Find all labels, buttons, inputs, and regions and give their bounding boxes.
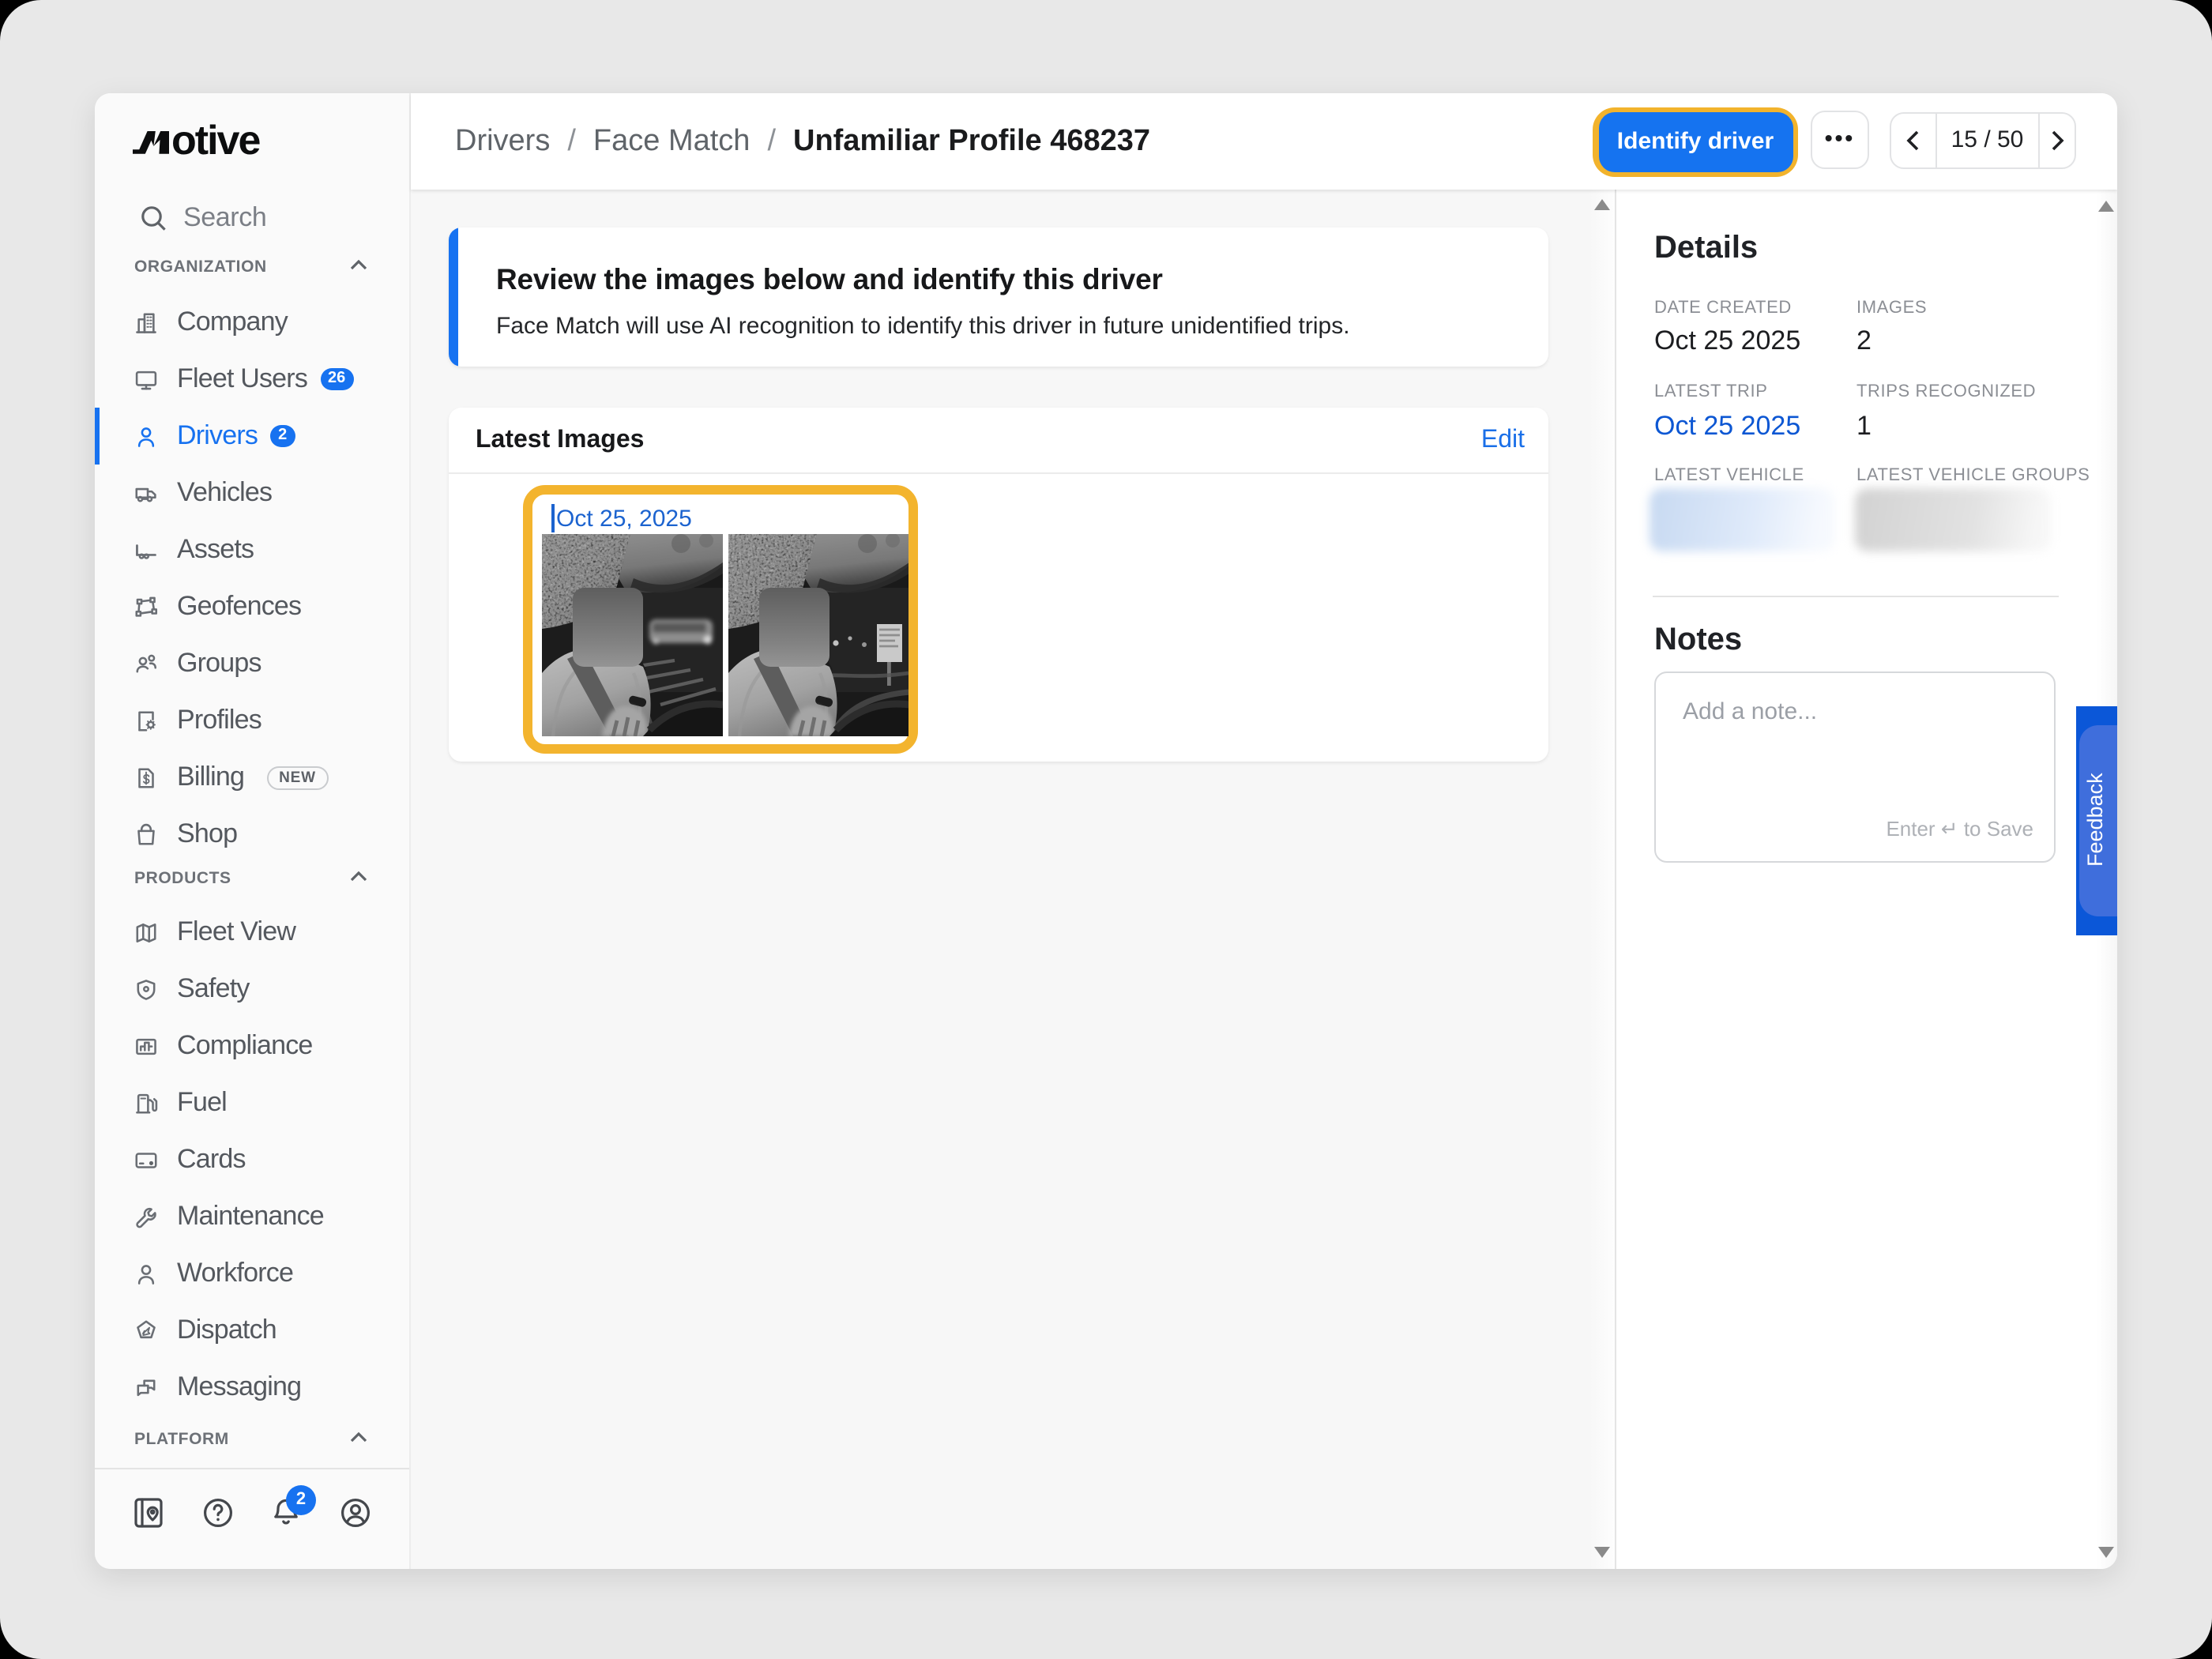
- svg-text:otive: otive: [171, 122, 260, 160]
